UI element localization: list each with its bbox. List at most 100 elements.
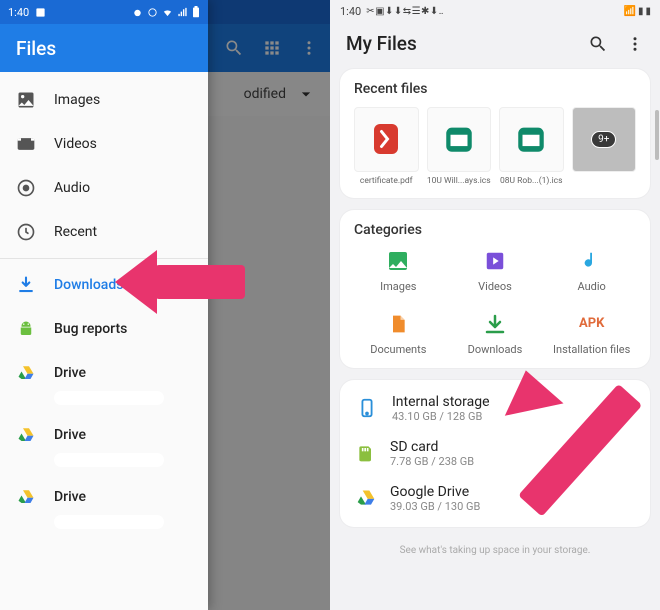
download-icon <box>16 275 36 295</box>
drawer-item-videos[interactable]: Videos <box>0 122 208 166</box>
storage-footnote[interactable]: See what's taking up space in your stora… <box>330 539 660 568</box>
category-videos[interactable]: Videos <box>451 248 540 293</box>
categories-heading: Categories <box>354 222 636 238</box>
status-time: 1:40 <box>340 5 361 18</box>
recent-files-card: Recent files certificate.pdf 10U Will...… <box>340 69 650 198</box>
recent-more[interactable]: 9+ <box>572 107 637 186</box>
category-images[interactable]: Images <box>354 248 443 293</box>
battery-icon <box>192 6 200 18</box>
category-label: Audio <box>577 280 605 293</box>
drive-account-redacted <box>54 515 164 529</box>
nav-drawer: 1:40 Files Images Videos <box>0 0 208 610</box>
recent-item[interactable]: 08U Rob...(1).ics <box>499 107 564 186</box>
category-apk[interactable]: APK Installation files <box>547 311 636 356</box>
category-downloads[interactable]: Downloads <box>451 311 540 356</box>
signal-icon <box>177 7 188 18</box>
storage-name: Google Drive <box>390 484 480 500</box>
recent-icon <box>16 222 36 242</box>
status-bar: 1:40 ✂ ▣ ⬇ ⬇ ⇆ ☰ ✱ ⬇ ‥ 📶 ▮ ▮ <box>330 0 660 22</box>
recent-item[interactable]: 10U Will...ays.ics <box>427 107 492 186</box>
drive-account-redacted <box>54 453 164 467</box>
recent-label: certificate.pdf <box>354 176 419 186</box>
calendar-icon <box>427 107 492 172</box>
storage-name: SD card <box>390 439 474 455</box>
storage-gdrive[interactable]: Google Drive 39.03 GB / 130 GB <box>354 476 636 521</box>
status-left-icons: ✂ ▣ ⬇ ⬇ ⇆ ☰ ✱ ⬇ ‥ <box>366 6 442 17</box>
audio-icon <box>16 178 36 198</box>
categories-card: Categories Images Videos Audio Documents… <box>340 210 650 368</box>
drive-icon <box>16 425 36 445</box>
image-icon <box>16 90 36 110</box>
drawer-item-drive[interactable]: Drive <box>0 413 208 457</box>
status-bar: 1:40 <box>0 0 208 24</box>
download-icon <box>482 311 508 337</box>
calendar-icon <box>499 107 564 172</box>
drawer-item-label: Drive <box>54 489 86 505</box>
recent-more-thumb: 9+ <box>572 107 637 172</box>
drawer-item-label: Videos <box>54 136 97 152</box>
phone-left: odified d723045.png NG image G image 1:4… <box>0 0 330 610</box>
pdf-icon <box>354 107 419 172</box>
recent-label: 08U Rob...(1).ics <box>499 176 564 186</box>
search-icon[interactable] <box>588 34 608 54</box>
drive-account-redacted <box>54 391 164 405</box>
drawer-item-label: Drive <box>54 427 86 443</box>
android-icon <box>16 319 36 339</box>
drawer-title: Files <box>0 24 208 72</box>
drawer-item-drive[interactable]: Drive <box>0 475 208 519</box>
storage-card: Internal storage 43.10 GB / 128 GB SD ca… <box>340 380 650 527</box>
drive-icon <box>356 488 376 508</box>
sdcard-icon <box>356 443 376 463</box>
image-icon <box>385 248 411 274</box>
category-audio[interactable]: Audio <box>547 248 636 293</box>
drawer-item-recent[interactable]: Recent <box>0 210 208 254</box>
video-icon <box>482 248 508 274</box>
signal-icon: ▮ <box>638 6 643 17</box>
more-count-badge: 9+ <box>591 131 616 148</box>
drawer-item-downloads[interactable]: Downloads <box>0 263 208 307</box>
recent-label: 10U Will...ays.ics <box>427 176 492 186</box>
drawer-item-images[interactable]: Images <box>0 78 208 122</box>
drawer-item-audio[interactable]: Audio <box>0 166 208 210</box>
category-documents[interactable]: Documents <box>354 311 443 356</box>
category-label: Downloads <box>468 343 523 356</box>
drawer-item-label: Drive <box>54 365 86 381</box>
category-label: Videos <box>478 280 512 293</box>
drawer-item-label: Bug reports <box>54 321 127 337</box>
recent-heading: Recent files <box>354 81 636 97</box>
drive-icon <box>16 363 36 383</box>
screenshot-icon <box>35 7 46 18</box>
drawer-item-label: Audio <box>54 180 90 196</box>
drawer-item-label: Images <box>54 92 100 108</box>
more-icon[interactable] <box>626 34 644 54</box>
sync-icon <box>147 7 158 18</box>
drive-icon <box>16 487 36 507</box>
storage-internal[interactable]: Internal storage 43.10 GB / 128 GB <box>354 386 636 431</box>
document-icon <box>385 311 411 337</box>
storage-sdcard[interactable]: SD card 7.78 GB / 238 GB <box>354 431 636 476</box>
wifi-icon <box>162 7 173 18</box>
category-label: Installation files <box>553 343 630 356</box>
drawer-item-label: Recent <box>54 224 97 240</box>
status-right-icons: 📶 ▮ ▮ <box>624 6 650 17</box>
audio-icon <box>579 248 605 274</box>
scrollbar[interactable] <box>655 110 659 160</box>
battery-icon: ▮ <box>645 6 650 17</box>
storage-sub: 7.78 GB / 238 GB <box>390 455 474 468</box>
storage-name: Internal storage <box>392 394 490 410</box>
alarm-icon <box>132 7 143 18</box>
storage-sub: 43.10 GB / 128 GB <box>392 410 490 423</box>
drawer-item-bugreports[interactable]: Bug reports <box>0 307 208 351</box>
phone-right: 1:40 ✂ ▣ ⬇ ⬇ ⇆ ☰ ✱ ⬇ ‥ 📶 ▮ ▮ My Files Re… <box>330 0 660 610</box>
video-icon <box>16 134 36 154</box>
category-label: Documents <box>370 343 426 356</box>
status-time: 1:40 <box>8 6 29 19</box>
apk-icon: APK <box>579 311 605 337</box>
wifi-icon: 📶 <box>624 6 635 17</box>
recent-item[interactable]: certificate.pdf <box>354 107 419 186</box>
phone-icon <box>356 397 378 419</box>
drawer-item-label: Downloads <box>54 277 123 293</box>
drawer-item-drive[interactable]: Drive <box>0 351 208 395</box>
storage-sub: 39.03 GB / 130 GB <box>390 500 480 513</box>
page-title: My Files <box>346 32 417 55</box>
